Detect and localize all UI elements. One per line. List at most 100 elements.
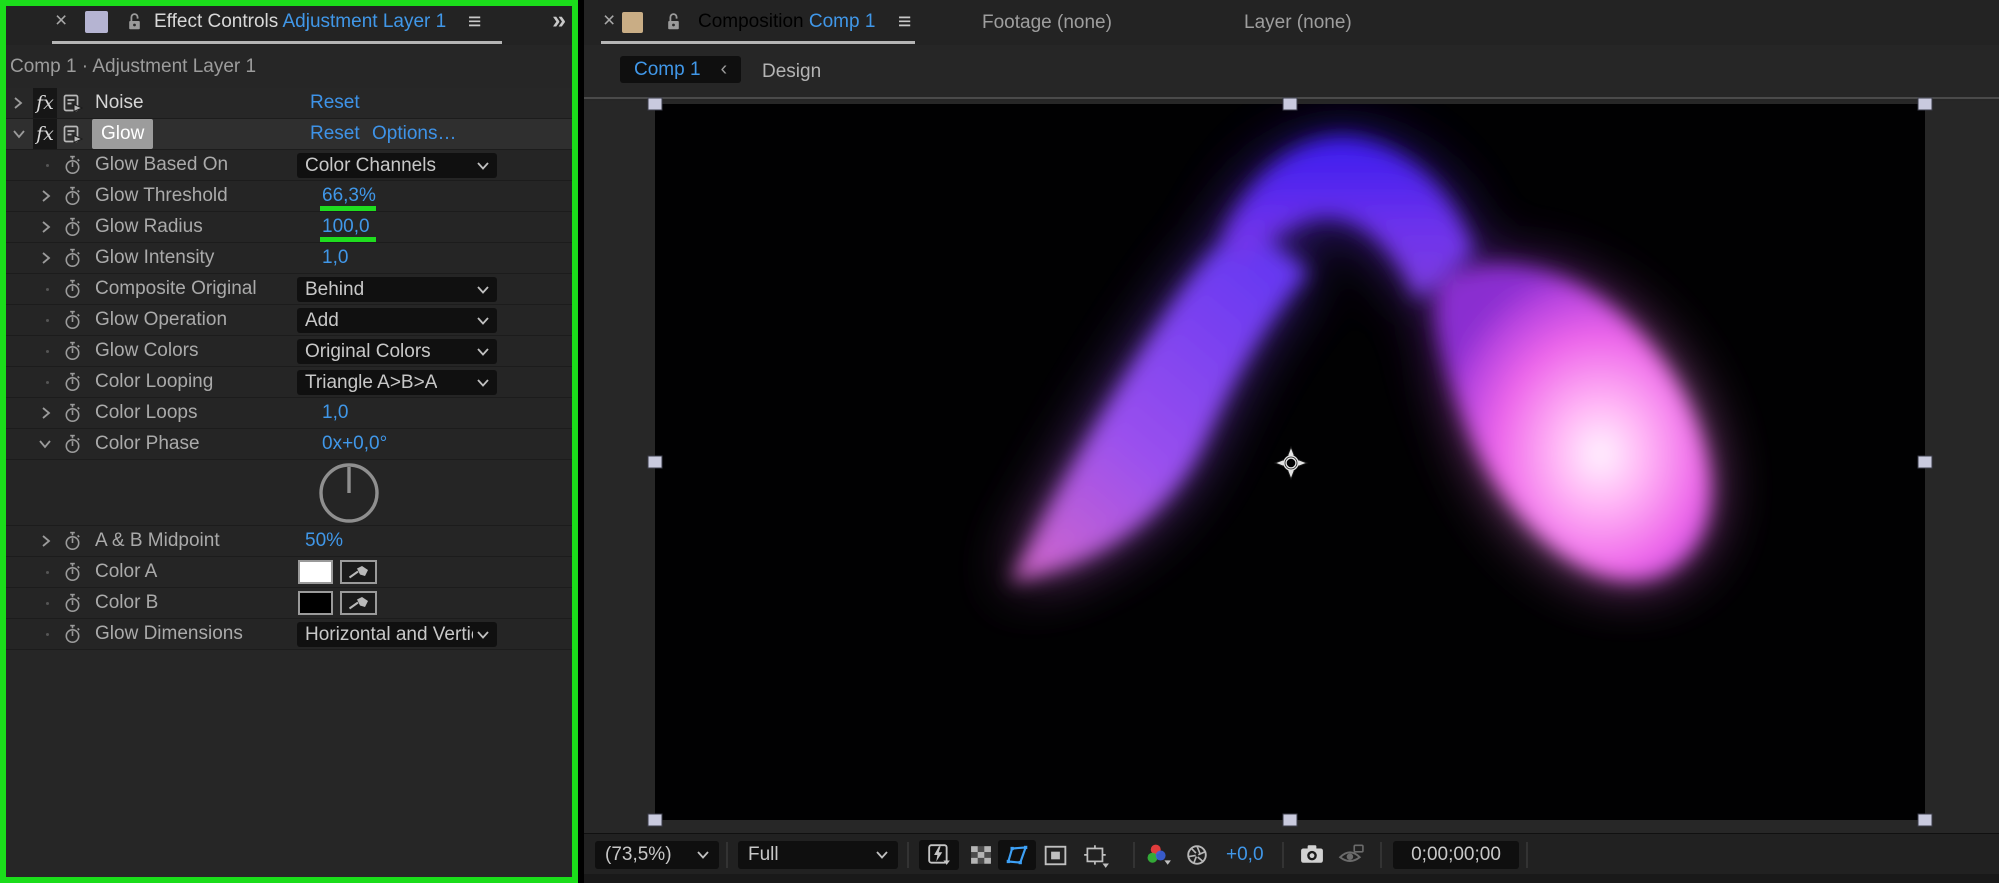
panel-color-swatch[interactable] xyxy=(622,12,643,33)
toolbar-separator xyxy=(726,842,728,868)
selection-handle[interactable] xyxy=(1283,814,1298,827)
breadcrumb: Comp 1 · Adjustment Layer 1 xyxy=(0,45,578,88)
stopwatch-icon[interactable] xyxy=(64,181,81,211)
chevron-down-icon xyxy=(477,379,489,387)
stopwatch-icon[interactable] xyxy=(64,212,81,242)
stopwatch-icon[interactable] xyxy=(64,274,81,304)
stopwatch-icon[interactable] xyxy=(64,429,81,459)
chevron-right-icon[interactable] xyxy=(40,212,52,242)
property-row-color-phase: Color Phase 0x+0,0° xyxy=(0,429,578,460)
selection-handle[interactable] xyxy=(1918,814,1933,827)
unlock-icon[interactable] xyxy=(666,12,681,31)
effect-controls-tabbar: × Effect Controls Adjustment Layer 1 ≡ » xyxy=(0,0,578,45)
take-snapshot-button[interactable] xyxy=(1300,844,1324,870)
composite-original-dropdown[interactable]: Behind xyxy=(297,277,497,302)
close-icon[interactable]: × xyxy=(55,9,67,33)
design-view-tab[interactable]: Design xyxy=(762,45,821,99)
resolution-dropdown[interactable]: Full xyxy=(738,841,898,869)
chevron-right-icon[interactable] xyxy=(40,181,52,211)
stopwatch-icon[interactable] xyxy=(64,243,81,273)
selection-handle[interactable] xyxy=(648,814,663,827)
property-label: Glow Intensity xyxy=(95,243,214,273)
selection-handle[interactable] xyxy=(1918,456,1933,469)
chevron-right-icon[interactable] xyxy=(40,526,52,556)
effect-row-glow[interactable]: fx Glow Reset Options… xyxy=(0,119,578,150)
glow-based-on-dropdown[interactable]: Color Channels xyxy=(297,153,497,178)
angle-dial[interactable] xyxy=(317,461,381,525)
fx-icon[interactable]: fx xyxy=(33,88,57,118)
stopwatch-icon[interactable] xyxy=(64,588,81,618)
timecode-display[interactable]: 0;00;00;00 xyxy=(1393,841,1519,869)
selection-handle[interactable] xyxy=(1918,98,1933,111)
color-looping-dropdown[interactable]: Triangle A>B>A xyxy=(297,370,497,395)
footage-tab[interactable]: Footage (none) xyxy=(982,0,1112,45)
property-row-glow-operation: Glow Operation Add xyxy=(0,305,578,336)
stopwatch-icon[interactable] xyxy=(64,526,81,556)
composition-title-text: Composition xyxy=(698,11,804,32)
unlock-icon[interactable] xyxy=(127,12,142,31)
composition-viewer[interactable] xyxy=(584,101,1999,833)
panel-tab-title[interactable]: Effect Controls Adjustment Layer 1 xyxy=(154,11,446,33)
ab-midpoint-value[interactable]: 50% xyxy=(305,526,343,556)
region-of-interest-button[interactable] xyxy=(1044,845,1067,872)
selection-handle[interactable] xyxy=(648,456,663,469)
property-row-color-looping: Color Looping Triangle A>B>A xyxy=(0,367,578,398)
effect-name[interactable]: Noise xyxy=(95,88,144,118)
effect-row-noise[interactable]: fx Noise Reset xyxy=(0,88,578,119)
reset-exposure-button[interactable] xyxy=(1186,844,1208,872)
stopwatch-icon[interactable] xyxy=(64,150,81,180)
stopwatch-icon[interactable] xyxy=(64,398,81,428)
chevron-right-icon[interactable] xyxy=(40,398,52,428)
color-a-swatch[interactable] xyxy=(298,560,333,584)
panel-overflow-icon[interactable]: » xyxy=(552,6,566,35)
glow-colors-dropdown[interactable]: Original Colors xyxy=(297,339,497,364)
selection-handle[interactable] xyxy=(648,98,663,111)
effect-name-selected[interactable]: Glow xyxy=(92,119,153,149)
show-channel-button[interactable] xyxy=(1146,843,1172,873)
property-row-color-loops: Color Loops 1,0 xyxy=(0,398,578,429)
exposure-value[interactable]: +0,0 xyxy=(1226,844,1264,866)
color-b-swatch[interactable] xyxy=(298,591,333,615)
show-snapshot-button[interactable] xyxy=(1338,843,1364,871)
color-phase-value[interactable]: 0x+0,0° xyxy=(322,429,387,459)
transparency-grid-button[interactable] xyxy=(970,845,992,871)
layer-tab[interactable]: Layer (none) xyxy=(1244,0,1352,45)
chevron-right-icon[interactable] xyxy=(12,88,24,118)
composition-canvas[interactable] xyxy=(655,104,1925,820)
anchor-point-icon[interactable] xyxy=(1273,445,1309,481)
panel-color-swatch[interactable] xyxy=(85,11,108,33)
fx-icon[interactable]: fx xyxy=(33,119,57,149)
stopwatch-icon[interactable] xyxy=(64,557,81,587)
glow-dimensions-dropdown[interactable]: Horizontal and Vertical xyxy=(297,622,497,647)
color-loops-value[interactable]: 1,0 xyxy=(322,398,348,428)
reset-link[interactable]: Reset xyxy=(310,119,360,149)
stopwatch-icon[interactable] xyxy=(64,305,81,335)
options-link[interactable]: Options… xyxy=(372,119,456,149)
chevron-right-icon[interactable] xyxy=(40,243,52,273)
magnification-dropdown[interactable]: (73,5%) xyxy=(595,841,719,869)
stopwatch-icon[interactable] xyxy=(64,619,81,649)
grid-guides-button[interactable] xyxy=(1082,844,1110,874)
property-row-glow-radius: Glow Radius 100,0 xyxy=(0,212,578,243)
mask-visibility-button[interactable] xyxy=(998,840,1036,870)
transparency-grid-icon xyxy=(970,845,992,865)
glow-operation-dropdown[interactable]: Add xyxy=(297,308,497,333)
property-row-glow-based-on: Glow Based On Color Channels xyxy=(0,150,578,181)
chevron-left-icon[interactable]: ‹ xyxy=(721,58,728,81)
panel-menu-icon[interactable]: ≡ xyxy=(898,8,911,35)
panel-menu-icon[interactable]: ≡ xyxy=(468,8,481,35)
fast-previews-button[interactable] xyxy=(919,840,959,870)
stopwatch-icon[interactable] xyxy=(64,367,81,397)
selection-handle[interactable] xyxy=(1283,98,1298,111)
status-strip xyxy=(584,874,1999,883)
comp1-view-tab[interactable]: Comp 1 ‹ xyxy=(620,56,741,83)
close-icon[interactable]: × xyxy=(603,9,615,33)
reset-link[interactable]: Reset xyxy=(310,88,360,118)
eyedropper-button[interactable] xyxy=(340,591,377,615)
chevron-down-icon[interactable] xyxy=(12,119,26,149)
glow-intensity-value[interactable]: 1,0 xyxy=(322,243,348,273)
eyedropper-button[interactable] xyxy=(340,560,377,584)
chevron-down-icon[interactable] xyxy=(38,429,52,459)
composition-tab[interactable]: Composition Comp 1 xyxy=(698,11,875,33)
stopwatch-icon[interactable] xyxy=(64,336,81,366)
